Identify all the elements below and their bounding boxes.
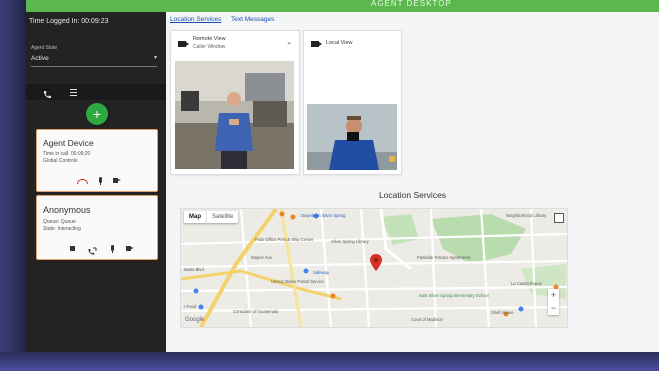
zoom-in-button[interactable]: + xyxy=(548,289,559,302)
list-icon[interactable] xyxy=(70,87,80,97)
map-label: Fedx Office Print & Ship Center xyxy=(255,237,314,242)
zoom-out-button[interactable]: − xyxy=(548,302,559,315)
location-map[interactable]: Map Satellite Downtown Silver Spring Fed… xyxy=(180,208,568,328)
call-title: Agent Device xyxy=(43,138,94,148)
time-logged-in: Time Logged In: 00:09:23 xyxy=(29,18,109,25)
agent-desktop-screen: AGENT DESKTOP Time Logged In: 00:09:23 A… xyxy=(26,0,659,352)
chevron-down-icon[interactable]: ⌄ xyxy=(286,38,292,46)
app-header: AGENT DESKTOP xyxy=(26,0,659,12)
agent-state-select[interactable]: Active ▾ xyxy=(31,53,157,67)
fullscreen-icon[interactable] xyxy=(554,213,564,223)
call-card-agent-device[interactable]: Agent Device Time in call: 00:09:20 Glob… xyxy=(36,129,158,192)
local-video-feed xyxy=(307,104,397,170)
app-title: AGENT DESKTOP xyxy=(371,0,452,8)
map-label: r Food xyxy=(184,304,197,309)
call-card-anonymous[interactable]: Anonymous Queue: Queue State: Interactin… xyxy=(36,195,158,260)
remote-view-header: Remote View Caller Window ⌄ xyxy=(171,31,299,57)
chevron-down-icon: ▾ xyxy=(153,55,157,61)
phone-icon[interactable] xyxy=(42,87,52,99)
monitor-bezel-bottom xyxy=(0,352,659,371)
remote-view-title: Remote View xyxy=(193,36,226,42)
location-services-title: Location Services xyxy=(378,190,447,200)
map-label: Silver Spring Library xyxy=(331,239,369,244)
global-controls-label: Global Controls xyxy=(43,158,78,164)
tab-location-services[interactable]: Location Services xyxy=(170,16,221,23)
map-label: Safeway xyxy=(313,270,330,275)
satellite-view-button[interactable]: Satellite xyxy=(206,211,238,223)
local-view-title: Local View xyxy=(326,40,353,46)
map-label: Parkside Terrace Apartments xyxy=(417,255,471,260)
tab-text-messages[interactable]: Text Messages xyxy=(231,16,274,23)
agent-state-value: Active xyxy=(31,55,49,62)
monitor-bezel-left xyxy=(0,0,26,371)
map-label: Mario Blvd xyxy=(184,267,204,272)
local-view-panel: Local View xyxy=(303,30,402,175)
sidebar-tabs xyxy=(26,84,166,100)
microphone-icon[interactable] xyxy=(107,244,117,254)
map-label: Neighborhood Library xyxy=(506,213,547,218)
call-actions xyxy=(37,244,157,255)
map-label: Wayne Ave xyxy=(251,255,272,260)
add-call-button[interactable]: + xyxy=(86,103,108,125)
map-label: Shell House xyxy=(491,310,514,315)
map-label: Consulate of Guatemala xyxy=(233,309,279,314)
map-view-button[interactable]: Map xyxy=(184,211,206,223)
agent-sidebar: Time Logged In: 00:09:23 Agent State Act… xyxy=(26,12,166,352)
map-type-toggle: Map Satellite xyxy=(184,211,239,223)
video-camera-icon xyxy=(178,41,189,47)
microphone-icon[interactable] xyxy=(95,176,105,186)
time-in-call: Time in call: 00:09:20 xyxy=(43,151,91,157)
remote-video-feed xyxy=(175,61,294,169)
map-label: La Casita Pupus xyxy=(511,281,542,286)
map-label: United States Postal Service xyxy=(271,279,325,284)
transfer-call-icon[interactable] xyxy=(87,244,97,255)
hangup-icon[interactable] xyxy=(77,176,88,186)
remote-view-subtitle: Caller Window xyxy=(193,44,226,50)
map-zoom-control: + − xyxy=(548,289,559,315)
video-icon[interactable] xyxy=(113,176,123,186)
google-logo: Google xyxy=(185,317,205,323)
call-title: Anonymous xyxy=(43,205,91,215)
stop-icon[interactable] xyxy=(67,244,77,254)
map-label: East Silver Spring Elementary School xyxy=(419,293,489,298)
remote-view-panel: Remote View Caller Window ⌄ xyxy=(170,30,300,175)
call-actions xyxy=(37,176,157,186)
queue-label: Queue: Queue xyxy=(43,219,76,225)
main-tabs: Location Services Text Messages xyxy=(170,16,282,23)
state-label: State: Interacting xyxy=(43,226,81,232)
video-camera-icon xyxy=(311,41,322,47)
map-label: Court of Madison xyxy=(411,317,443,322)
video-icon[interactable] xyxy=(126,244,136,254)
main-content: Location Services Text Messages Remote V… xyxy=(166,12,659,352)
local-view-header: Local View xyxy=(304,31,401,57)
agent-state-label: Agent State xyxy=(31,45,58,51)
map-label: Downtown Silver Spring xyxy=(301,213,346,218)
